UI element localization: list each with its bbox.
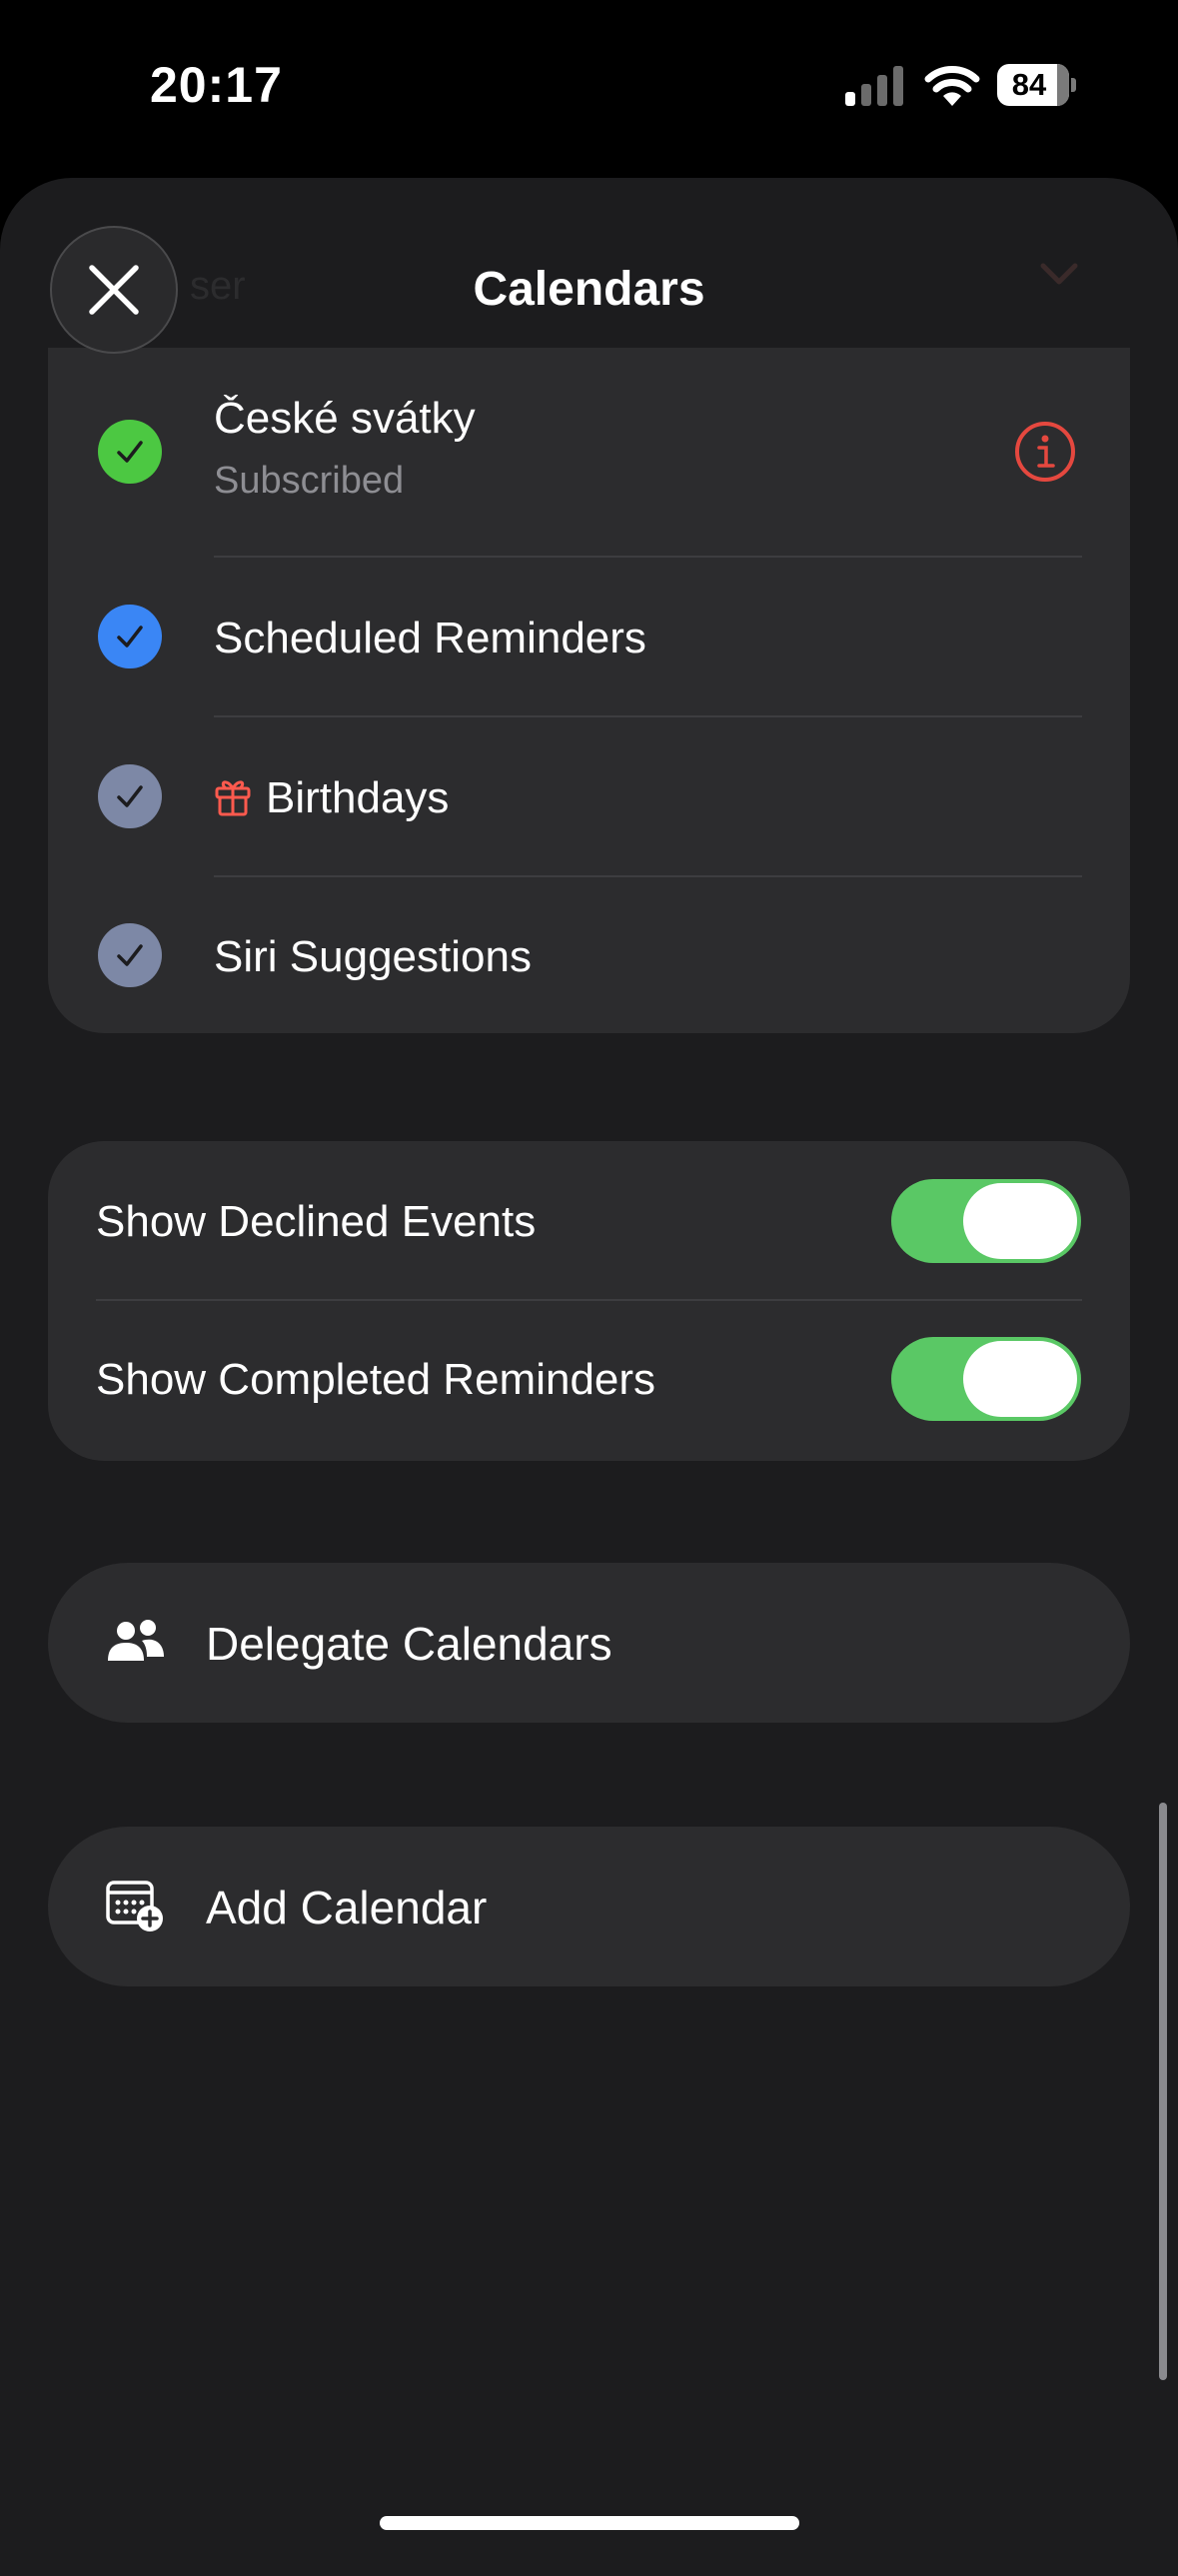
battery-indicator: 84 [997,64,1077,106]
close-icon [89,265,139,315]
calendar-subtitle: Subscribed [214,460,405,502]
calendar-name: Scheduled Reminders [214,614,646,662]
calendar-name: Siri Suggestions [214,932,532,981]
calendar-row-scheduled-reminders[interactable]: Scheduled Reminders [48,558,1130,715]
people-icon [108,1620,164,1661]
calendar-name-wrapper: Birthdays [214,773,449,823]
calendar-row-birthdays[interactable]: Birthdays [48,717,1130,875]
scrollbar[interactable] [1159,1803,1167,2380]
status-time: 20:17 [150,57,283,113]
home-indicator[interactable] [380,2516,799,2530]
calendar-name: České svátky [214,394,476,443]
calendars-sheet: ser Calendars České svátky Subscribed Sc… [0,178,1178,2576]
check-icon[interactable] [98,923,162,987]
calendar-row-siri-suggestions[interactable]: Siri Suggestions [48,877,1130,1033]
calendar-row-ceske-svatky[interactable]: České svátky Subscribed [48,348,1130,556]
toggle-label-declined: Show Declined Events [96,1197,537,1246]
cellular-signal-icon [845,66,903,106]
check-icon[interactable] [98,605,162,668]
calendar-name: Birthdays [266,773,450,822]
wifi-icon [924,66,980,106]
close-button[interactable] [50,226,178,354]
toggle-knob [963,1183,1077,1259]
delegate-calendars-label: Delegate Calendars [206,1618,612,1670]
gift-icon [215,780,251,816]
info-icon[interactable] [1013,420,1077,484]
display-options: Show Declined Events Show Completed Remi… [48,1141,1130,1461]
toggle-label-completed: Show Completed Reminders [96,1355,656,1404]
delegate-calendars-button[interactable]: Delegate Calendars [48,1563,1130,1723]
calendar-list: České svátky Subscribed Scheduled Remind… [48,348,1130,1033]
battery-level: 84 [1011,67,1047,102]
show-completed-reminders-toggle[interactable] [891,1337,1081,1421]
check-icon[interactable] [98,420,162,484]
add-calendar-label: Add Calendar [206,1882,488,1933]
check-icon[interactable] [98,764,162,828]
add-calendar-button[interactable]: Add Calendar [48,1827,1130,1986]
show-declined-events-toggle[interactable] [891,1179,1081,1263]
divider [96,1299,1082,1301]
add-calendar-icon [106,1881,163,1932]
toggle-knob [963,1341,1077,1417]
status-bar: 20:17 84 [0,0,1178,170]
